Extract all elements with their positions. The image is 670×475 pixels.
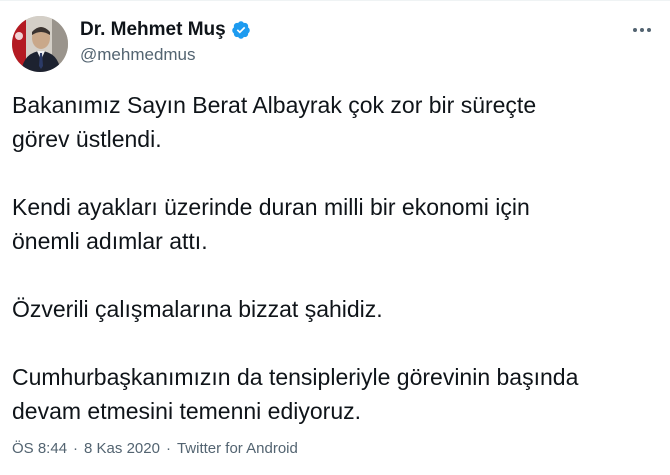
tweet-time[interactable]: ÖS 8:44 [12,440,67,457]
tweet-paragraph: Kendi ayakları üzerinde duran milli bir … [12,194,530,254]
name-row: Dr. Mehmet Muş [80,18,251,42]
tweet-paragraph: Cumhurbaşkanımızın da tensipleriyle göre… [12,364,579,424]
tweet-metadata: ÖS 8:44 · 8 Kas 2020 · Twitter for Andro… [12,440,298,457]
dot [647,28,651,32]
verified-badge-icon [231,20,251,40]
tweet-card: Dr. Mehmet Muş @mehmedmus Bakanımız Sayı… [0,0,670,475]
tweet-text: Bakanımız Sayın Berat Albayrak çok zor b… [12,88,652,428]
author-block: Dr. Mehmet Muş @mehmedmus [80,18,251,65]
tweet-date[interactable]: 8 Kas 2020 [84,440,160,457]
username-handle[interactable]: @mehmedmus [80,45,251,65]
dot [633,28,637,32]
tweet-paragraph: Bakanımız Sayın Berat Albayrak çok zor b… [12,92,537,152]
avatar[interactable] [12,16,68,72]
separator: · [165,440,171,457]
avatar-photo [12,16,68,72]
divider [0,0,670,1]
display-name[interactable]: Dr. Mehmet Muş [80,19,226,41]
tweet-paragraph: Özverili çalışmalarına bizzat şahidiz. [12,296,383,322]
separator: · [73,440,79,457]
tweet-source[interactable]: Twitter for Android [177,440,298,457]
more-options-icon[interactable] [628,20,656,40]
dot [640,28,644,32]
